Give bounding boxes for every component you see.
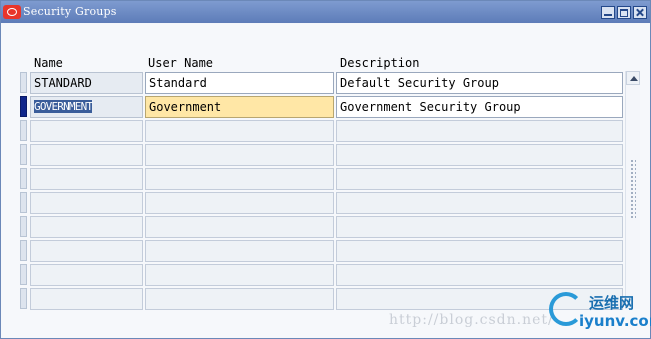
scroll-grip-icon[interactable] xyxy=(630,159,636,219)
description-field[interactable] xyxy=(336,192,623,214)
scroll-up-arrow-icon[interactable] xyxy=(626,71,640,85)
user-name-field[interactable] xyxy=(145,168,334,190)
title-bar[interactable]: Security Groups xyxy=(1,1,650,23)
description-field[interactable] xyxy=(336,240,623,262)
description-field[interactable] xyxy=(336,168,623,190)
user-name-field[interactable] xyxy=(145,216,334,238)
user-name-field[interactable] xyxy=(145,120,334,142)
record-indicator[interactable] xyxy=(20,216,27,237)
name-field[interactable] xyxy=(30,120,143,142)
table-row xyxy=(20,168,624,190)
security-groups-window: Security Groups Name User Name Descripti… xyxy=(0,0,651,339)
user-name-field[interactable] xyxy=(145,240,334,262)
minimize-icon[interactable] xyxy=(601,6,615,19)
name-field-value: GOVERNMENT xyxy=(34,100,93,113)
record-indicator[interactable] xyxy=(20,144,27,165)
description-field[interactable]: Default Security Group xyxy=(336,72,623,94)
description-field[interactable]: Government Security Group xyxy=(336,96,623,118)
record-indicator[interactable] xyxy=(20,168,27,189)
description-field[interactable] xyxy=(336,216,623,238)
watermark-url: http://blog.csdn.net/ xyxy=(389,312,554,328)
table-row xyxy=(20,240,624,262)
table-row xyxy=(20,288,624,310)
name-field[interactable] xyxy=(30,216,143,238)
table-row-current: GOVERNMENT Government Government Securit… xyxy=(20,96,624,118)
record-indicator[interactable] xyxy=(20,192,27,213)
logo-ring-icon xyxy=(549,292,583,326)
column-header-user-name: User Name xyxy=(148,56,214,70)
table-row xyxy=(20,192,624,214)
name-field[interactable] xyxy=(30,168,143,190)
record-indicator[interactable] xyxy=(20,264,27,285)
user-name-field[interactable] xyxy=(145,192,334,214)
record-indicator-current[interactable] xyxy=(20,96,27,117)
table-row xyxy=(20,144,624,166)
description-field[interactable] xyxy=(336,144,623,166)
close-icon[interactable] xyxy=(633,6,647,19)
record-indicator[interactable] xyxy=(20,240,27,261)
watermark-logo: 运维网 iyunv.com xyxy=(549,290,651,336)
column-header-name: Name xyxy=(34,56,63,70)
table-row xyxy=(20,216,624,238)
table-row xyxy=(20,264,624,286)
column-header-description: Description xyxy=(340,56,420,70)
logo-text-en: iyunv.com xyxy=(579,312,651,330)
name-field[interactable] xyxy=(30,192,143,214)
name-field[interactable]: STANDARD xyxy=(30,72,143,94)
name-field[interactable]: GOVERNMENT xyxy=(30,96,143,118)
user-name-field[interactable] xyxy=(145,144,334,166)
user-name-field[interactable] xyxy=(145,264,334,286)
maximize-icon[interactable] xyxy=(617,6,631,19)
user-name-field[interactable]: Government xyxy=(145,96,334,118)
oracle-icon xyxy=(3,5,21,19)
user-name-field[interactable] xyxy=(145,288,334,310)
record-indicator[interactable] xyxy=(20,120,27,141)
record-indicator[interactable] xyxy=(20,72,27,93)
window-title: Security Groups xyxy=(23,5,117,18)
description-field[interactable] xyxy=(336,264,623,286)
description-field[interactable] xyxy=(336,120,623,142)
table-row xyxy=(20,120,624,142)
name-field[interactable] xyxy=(30,264,143,286)
name-field[interactable] xyxy=(30,240,143,262)
name-field[interactable] xyxy=(30,144,143,166)
record-indicator[interactable] xyxy=(20,288,27,309)
vertical-scrollbar[interactable] xyxy=(625,71,640,309)
user-name-field[interactable]: Standard xyxy=(145,72,334,94)
table-row: STANDARD Standard Default Security Group xyxy=(20,72,624,94)
logo-text-cn: 运维网 xyxy=(589,294,635,312)
name-field[interactable] xyxy=(30,288,143,310)
